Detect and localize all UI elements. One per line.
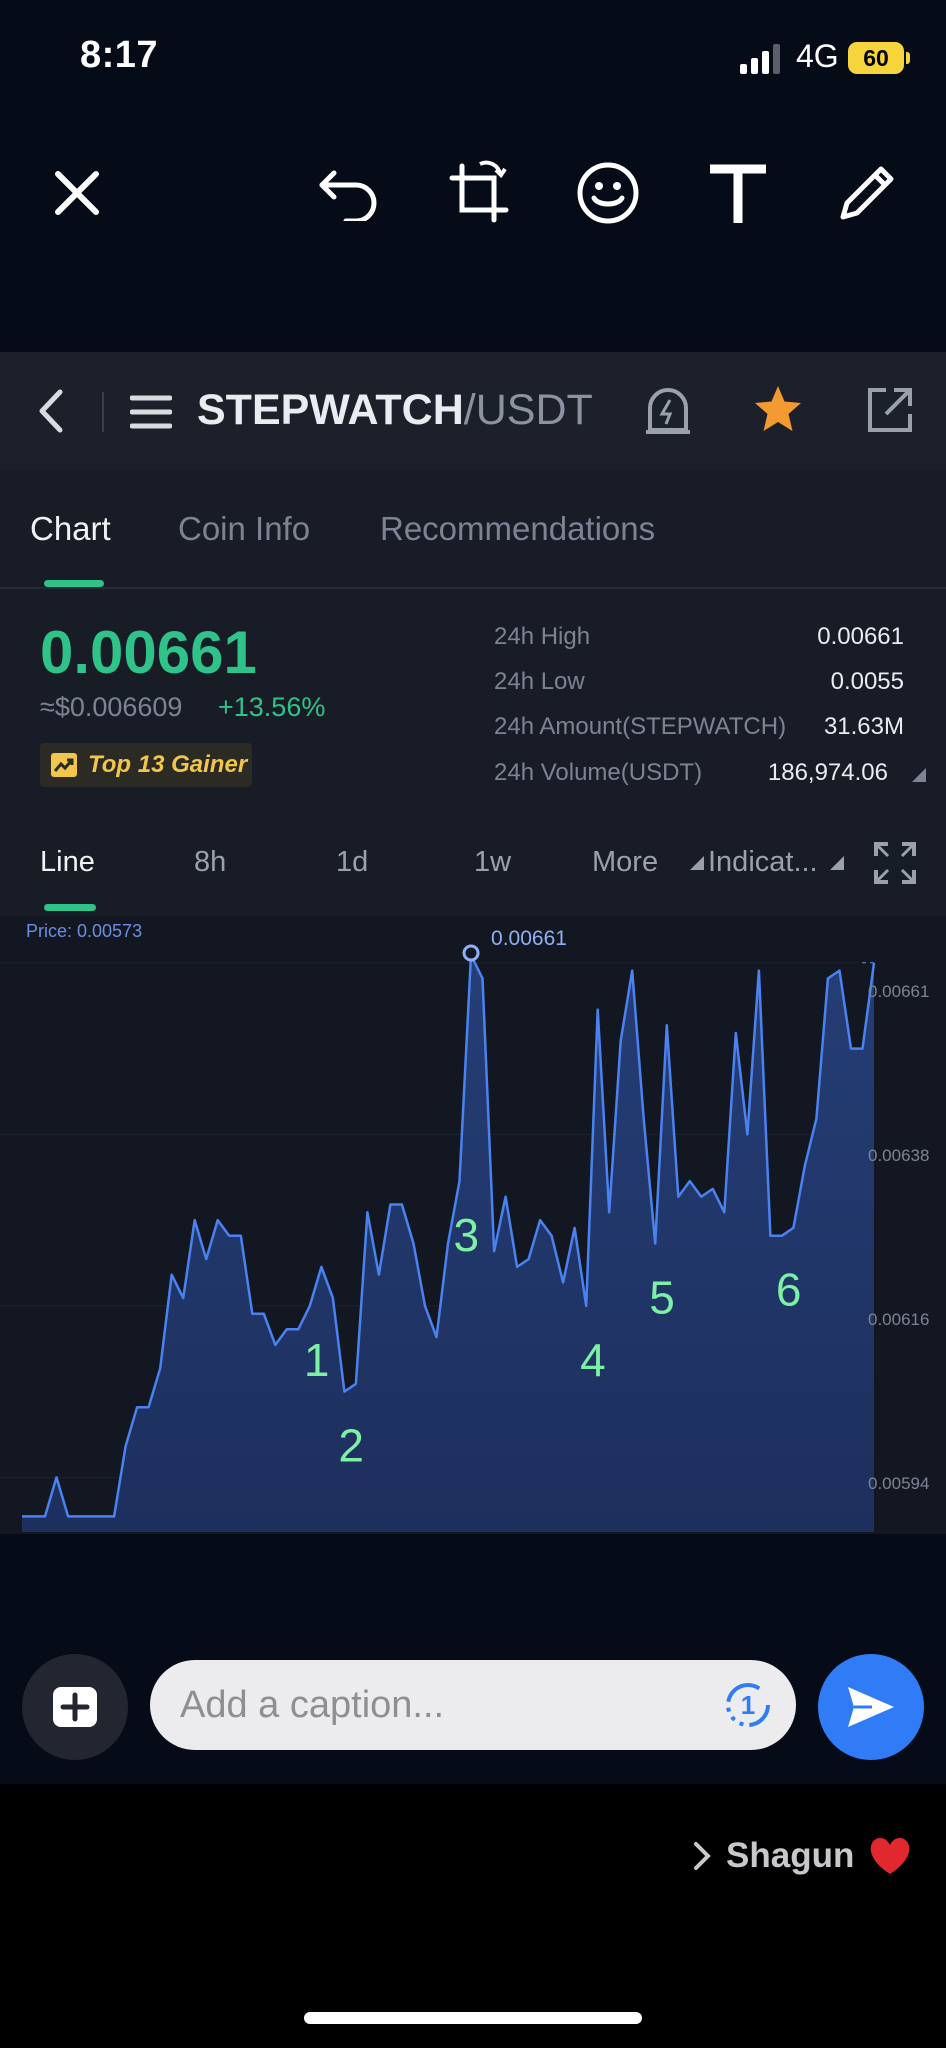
caption-input[interactable] — [178, 1682, 702, 1728]
tab-chart[interactable]: Chart — [30, 510, 111, 548]
y-tick-1: 0.00638 — [868, 1146, 930, 1165]
emoji-icon — [577, 162, 639, 224]
annotation-2: 2 — [338, 1420, 364, 1472]
add-media-icon — [53, 1687, 97, 1727]
price-change: +13.56% — [218, 692, 326, 722]
timeframe-line[interactable]: Line — [40, 846, 95, 879]
back-icon[interactable] — [34, 388, 68, 434]
text-button[interactable] — [703, 158, 773, 228]
gainer-badge-label: Top 13 Gainer — [88, 751, 248, 778]
annotation-1: 1 — [304, 1334, 330, 1386]
annotation-6: 6 — [776, 1264, 802, 1316]
stat-label-high: 24h High — [494, 623, 591, 650]
battery-icon: 60 — [848, 42, 904, 74]
favorite-star-icon[interactable] — [752, 384, 804, 434]
recipient-name: Shagun — [726, 1836, 855, 1875]
undo-icon — [319, 170, 377, 221]
last-price: 0.00661 — [40, 619, 257, 686]
caption-field[interactable]: 1 — [150, 1660, 796, 1750]
pencil-icon — [840, 166, 894, 220]
header-divider — [102, 392, 104, 432]
y-tick-2: 0.00616 — [868, 1310, 930, 1329]
y-tick-0: 0.00661 — [868, 982, 930, 1001]
add-media-button[interactable] — [22, 1654, 128, 1760]
tabs-divider — [0, 587, 946, 589]
battery-tip — [906, 52, 910, 64]
stat-label-volume: 24h Volume(USDT) — [494, 759, 703, 786]
annotation-4: 4 — [580, 1334, 606, 1386]
indicators-button[interactable]: Indicat... — [708, 846, 818, 879]
price-chart[interactable]: 0.00661 12 3 45 6 — [0, 916, 946, 1534]
close-icon — [55, 171, 99, 215]
stat-value-volume: 186,974.06 — [767, 759, 888, 786]
tab-indicator — [44, 580, 104, 587]
annotation-3: 3 — [454, 1209, 480, 1261]
timeframe-1w[interactable]: 1w — [474, 846, 511, 879]
crop-rotate-icon — [449, 160, 509, 223]
close-button[interactable] — [42, 158, 112, 228]
timeframe-8h[interactable]: 8h — [194, 846, 226, 879]
timeframe-more[interactable]: More — [592, 846, 658, 879]
crop-rotate-button[interactable] — [444, 158, 514, 228]
trend-up-icon — [51, 753, 77, 777]
stat-value-low: 0.0055 — [830, 668, 904, 695]
y-tick-3: 0.00594 — [868, 1474, 930, 1493]
annotation-5: 5 — [649, 1271, 675, 1323]
red-heart-icon — [871, 1838, 910, 1874]
recipient-area — [0, 1784, 946, 2048]
text-icon — [710, 164, 766, 223]
chevron-right-icon — [694, 1842, 711, 1870]
expand-stats-icon[interactable] — [912, 768, 926, 782]
tab-recommendations[interactable]: Recommendations — [380, 510, 655, 548]
stat-value-high: 0.00661 — [817, 623, 904, 650]
tab-coin-info[interactable]: Coin Info — [178, 510, 310, 548]
view-once-button[interactable]: 1 — [724, 1681, 772, 1729]
signal-icon — [740, 44, 780, 74]
undo-button[interactable] — [314, 158, 384, 228]
draw-button[interactable] — [832, 158, 902, 228]
network-type: 4G — [796, 38, 839, 74]
pair-title[interactable]: STEPWATCH/USDT — [197, 386, 593, 435]
pair-quote: /USDT — [463, 386, 593, 434]
max-price-label: 0.00661 — [491, 927, 567, 950]
menu-icon[interactable] — [130, 394, 172, 430]
indicators-dropdown-icon — [830, 856, 844, 870]
view-once-count: 1 — [740, 1690, 756, 1720]
send-button[interactable] — [818, 1654, 924, 1760]
gainer-badge[interactable]: Top 13 Gainer — [40, 743, 252, 787]
emoji-button[interactable] — [573, 158, 643, 228]
share-icon[interactable] — [866, 386, 914, 434]
fullscreen-icon[interactable] — [874, 842, 916, 884]
timeframe-indicator — [44, 904, 96, 911]
stat-value-amount: 31.63M — [823, 713, 904, 740]
status-time: 8:17 — [80, 34, 159, 76]
pair-base: STEPWATCH — [197, 386, 464, 434]
max-price-marker — [462, 944, 480, 962]
stat-label-low: 24h Low — [494, 668, 585, 695]
home-indicator — [304, 2012, 642, 2024]
battery-level: 60 — [863, 44, 889, 71]
fiat-price: ≈$0.006609 — [40, 692, 183, 722]
send-icon — [848, 1687, 894, 1727]
stat-label-amount: 24h Amount(STEPWATCH) — [494, 713, 787, 740]
more-dropdown-icon — [690, 856, 704, 870]
recipient[interactable]: Shagun — [692, 1836, 912, 1876]
price-alert-icon[interactable] — [644, 386, 692, 436]
timeframe-1d[interactable]: 1d — [336, 846, 368, 879]
